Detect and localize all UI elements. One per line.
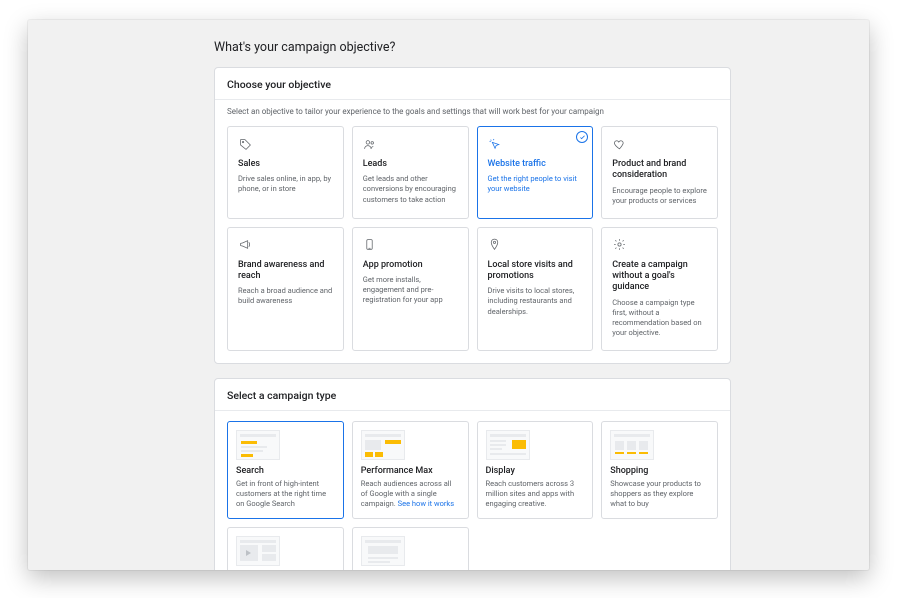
card-desc: Encourage people to explore your product… bbox=[612, 186, 707, 206]
card-desc: Get the right people to visit your websi… bbox=[488, 174, 583, 194]
users-icon bbox=[363, 137, 377, 151]
objective-subtext: Select an objective to tailor your exper… bbox=[215, 100, 730, 116]
app-canvas: What's your campaign objective? Choose y… bbox=[28, 20, 869, 570]
type-title: Performance Max bbox=[361, 466, 460, 476]
objective-card-website-traffic[interactable]: Website traffic Get the right people to … bbox=[477, 126, 594, 219]
objective-card-local[interactable]: Local store visits and promotions Drive … bbox=[477, 227, 594, 351]
page-title: What's your campaign objective? bbox=[214, 40, 731, 55]
type-desc: Reach customers across 3 million sites a… bbox=[486, 479, 585, 508]
objective-card-app-promotion[interactable]: App promotion Get more installs, engagem… bbox=[352, 227, 469, 351]
objective-card-no-goal[interactable]: Create a campaign without a goal's guida… bbox=[601, 227, 718, 351]
type-card-discovery[interactable]: Discovery Run ads on YouTube, Gmail, Dis… bbox=[352, 527, 469, 570]
thumb-video bbox=[236, 536, 280, 566]
card-title: Product and brand consideration bbox=[612, 159, 707, 182]
card-title: Create a campaign without a goal's guida… bbox=[612, 260, 707, 294]
card-title: Sales bbox=[238, 159, 333, 170]
campaign-type-header: Select a campaign type bbox=[215, 379, 730, 411]
card-desc: Get leads and other conversions by encou… bbox=[363, 174, 458, 204]
pin-icon bbox=[488, 238, 502, 252]
type-desc: Showcase your products to shoppers as th… bbox=[610, 479, 709, 508]
click-icon bbox=[488, 137, 502, 151]
type-card-shopping[interactable]: Shopping Showcase your products to shopp… bbox=[601, 421, 718, 519]
outer-frame: What's your campaign objective? Choose y… bbox=[0, 0, 897, 598]
card-title: Brand awareness and reach bbox=[238, 260, 333, 283]
main-content: What's your campaign objective? Choose y… bbox=[214, 40, 731, 570]
objective-card-sales[interactable]: Sales Drive sales online, in app, by pho… bbox=[227, 126, 344, 219]
type-card-video[interactable]: Video Reach viewers on YouTube and get c… bbox=[227, 527, 344, 570]
tag-icon bbox=[238, 137, 252, 151]
phone-icon bbox=[363, 238, 377, 252]
campaign-type-panel: Select a campaign type Search Get in fro… bbox=[214, 378, 731, 570]
thumb-pmax bbox=[361, 430, 405, 460]
objective-header: Choose your objective bbox=[215, 68, 730, 100]
heart-icon bbox=[612, 137, 626, 151]
type-title: Display bbox=[486, 466, 585, 476]
card-title: Leads bbox=[363, 159, 458, 170]
gear-icon bbox=[612, 238, 626, 252]
type-desc: Get in front of high-intent customers at… bbox=[236, 479, 335, 508]
type-desc: Reach audiences across all of Google wit… bbox=[361, 479, 460, 508]
type-title: Shopping bbox=[610, 466, 709, 476]
card-desc: Get more installs, engagement and pre-re… bbox=[363, 275, 458, 305]
objective-card-brand-consideration[interactable]: Product and brand consideration Encourag… bbox=[601, 126, 718, 219]
card-desc: Drive sales online, in app, by phone, or… bbox=[238, 174, 333, 194]
card-desc: Choose a campaign type first, without a … bbox=[612, 298, 707, 339]
campaign-type-grid: Search Get in front of high-intent custo… bbox=[215, 411, 730, 570]
see-how-link[interactable]: See how it works bbox=[398, 499, 454, 508]
card-title: Local store visits and promotions bbox=[488, 260, 583, 283]
objective-card-leads[interactable]: Leads Get leads and other conversions by… bbox=[352, 126, 469, 219]
type-card-display[interactable]: Display Reach customers across 3 million… bbox=[477, 421, 594, 519]
card-title: Website traffic bbox=[488, 159, 583, 170]
megaphone-icon bbox=[238, 238, 252, 252]
thumb-display bbox=[486, 430, 530, 460]
objective-card-awareness[interactable]: Brand awareness and reach Reach a broad … bbox=[227, 227, 344, 351]
objective-panel: Choose your objective Select an objectiv… bbox=[214, 67, 731, 364]
objective-grid: Sales Drive sales online, in app, by pho… bbox=[215, 116, 730, 363]
type-card-performance-max[interactable]: Performance Max Reach audiences across a… bbox=[352, 421, 469, 519]
thumb-search bbox=[236, 430, 280, 460]
type-title: Search bbox=[236, 466, 335, 476]
card-desc: Drive visits to local stores, including … bbox=[488, 286, 583, 316]
check-icon bbox=[576, 131, 588, 143]
thumb-discovery bbox=[361, 536, 405, 566]
card-desc: Reach a broad audience and build awarene… bbox=[238, 286, 333, 306]
card-title: App promotion bbox=[363, 260, 458, 271]
thumb-shopping bbox=[610, 430, 654, 460]
type-card-search[interactable]: Search Get in front of high-intent custo… bbox=[227, 421, 344, 519]
